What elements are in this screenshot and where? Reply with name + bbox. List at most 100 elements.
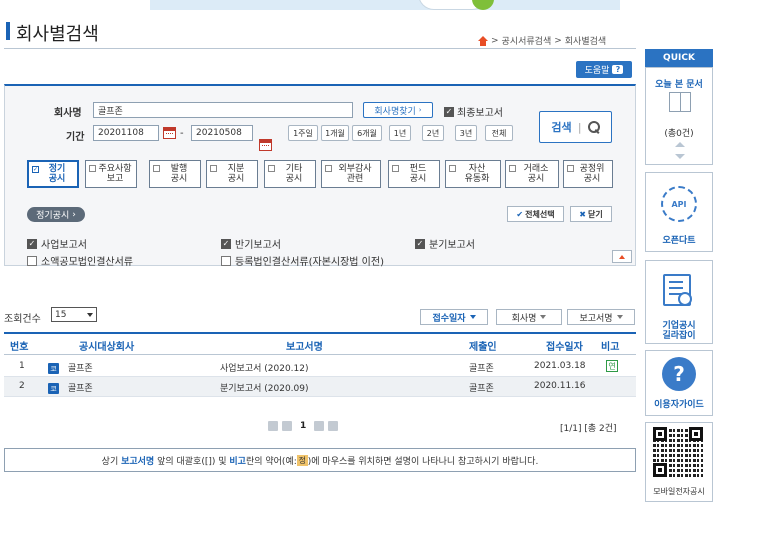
range-3year-button[interactable]: 3년 bbox=[455, 125, 477, 141]
row-no: 1 bbox=[19, 361, 25, 371]
row-date: 2021.03.18 bbox=[534, 361, 586, 371]
page-info: [1/1] [총 2건] bbox=[560, 424, 617, 434]
range-1month-button[interactable]: 1개월 bbox=[321, 125, 349, 141]
row-report[interactable]: 사업보고서 (2020.12) bbox=[220, 361, 309, 374]
category-label: 발행 공시 bbox=[170, 164, 188, 184]
collapse-button[interactable] bbox=[612, 250, 632, 263]
category-major[interactable]: 주요사항 보고 bbox=[85, 160, 137, 188]
subcategory-pill[interactable]: 정기공시 › bbox=[27, 207, 85, 222]
category-regular[interactable]: ✓ 정기 공시 bbox=[27, 160, 79, 188]
option-registered[interactable]: 등록법인결산서류(자본시장법 이전) bbox=[221, 253, 384, 268]
category-label: 기타 공시 bbox=[285, 164, 303, 184]
range-all-button[interactable]: 전체 bbox=[485, 125, 513, 141]
row-filer[interactable]: 골프존 bbox=[469, 361, 494, 374]
calendar-icon[interactable] bbox=[163, 127, 176, 139]
help-button[interactable]: 도움말 ? bbox=[576, 61, 632, 78]
sort-report-button[interactable]: 보고서명 bbox=[567, 309, 635, 325]
close-button[interactable]: ✖ 닫기 bbox=[570, 206, 612, 222]
find-company-label: 회사명찾기 bbox=[374, 106, 416, 117]
category-label: 거래소 공시 bbox=[523, 164, 549, 184]
row-date: 2020.11.16 bbox=[534, 381, 586, 391]
option-checkbox[interactable]: ✓ bbox=[415, 238, 425, 249]
category-stake[interactable]: 지분 공시 bbox=[206, 160, 258, 188]
count-select[interactable]: 15 bbox=[51, 307, 97, 322]
row-company[interactable]: 골프존 bbox=[68, 384, 93, 394]
column-no: 번호 bbox=[10, 342, 29, 353]
chevron-up-icon[interactable] bbox=[675, 142, 685, 147]
option-checkbox[interactable] bbox=[27, 255, 37, 266]
notice-highlight: 비고 bbox=[229, 456, 246, 467]
search-button[interactable]: 검색 | bbox=[539, 111, 612, 143]
next-page-icon[interactable] bbox=[314, 421, 325, 431]
consolidated-badge-icon[interactable]: 연 bbox=[606, 360, 618, 372]
option-checkbox[interactable]: ✓ bbox=[221, 238, 231, 249]
regular-badge-icon: 정 bbox=[296, 454, 308, 466]
option-checkbox[interactable] bbox=[221, 255, 231, 266]
help-label: 도움말 bbox=[584, 66, 610, 76]
book-icon bbox=[669, 92, 691, 112]
sort-label: 보고서명 bbox=[579, 313, 613, 324]
chevron-down-icon bbox=[87, 312, 93, 317]
option-annual[interactable]: ✓ 사업보고서 bbox=[27, 236, 87, 251]
option-checkbox[interactable]: ✓ bbox=[27, 238, 37, 249]
start-date-input[interactable]: 20201108 bbox=[93, 125, 159, 141]
pill-label: 정기공시 bbox=[36, 211, 70, 221]
company-guide-label[interactable]: 기업공시 길라잡이 bbox=[645, 321, 713, 341]
home-icon[interactable] bbox=[478, 35, 488, 46]
category-abs[interactable]: 자산 유동화 bbox=[445, 160, 501, 188]
range-2year-button[interactable]: 2년 bbox=[422, 125, 444, 141]
category-label: 펀드 공시 bbox=[409, 164, 427, 184]
user-guide-label[interactable]: 이용자가이드 bbox=[645, 400, 713, 410]
category-checkbox bbox=[509, 165, 516, 172]
chevron-right-icon: › bbox=[72, 209, 76, 220]
category-issue[interactable]: 발행 공시 bbox=[149, 160, 201, 188]
sort-date-button[interactable]: 접수일자 bbox=[420, 309, 488, 325]
today-count: (총0건) bbox=[664, 129, 694, 139]
option-half[interactable]: ✓ 반기보고서 bbox=[221, 236, 281, 251]
category-exchange[interactable]: 거래소 공시 bbox=[505, 160, 559, 188]
select-all-label: 전체선택 bbox=[525, 209, 555, 219]
category-audit[interactable]: 외부감사 관련 bbox=[321, 160, 381, 188]
option-quarter[interactable]: ✓ 분기보고서 bbox=[415, 236, 475, 251]
today-docs-label[interactable]: 오늘 본 문서 bbox=[645, 77, 713, 90]
company-input[interactable]: 골프존 bbox=[93, 102, 353, 118]
range-1year-button[interactable]: 1년 bbox=[389, 125, 411, 141]
breadcrumb-item-1[interactable]: 공시서류검색 bbox=[502, 34, 552, 47]
latest-report-checkbox[interactable]: ✓ bbox=[444, 106, 454, 117]
category-ftc[interactable]: 공정위 공시 bbox=[563, 160, 613, 188]
option-small-offering[interactable]: 소액공모법인결산서류 bbox=[27, 253, 133, 268]
select-all-button[interactable]: ✔ 전체선택 bbox=[507, 206, 564, 222]
mobile-label[interactable]: 모바일전자공시 bbox=[645, 487, 713, 497]
calendar-icon[interactable] bbox=[259, 139, 272, 151]
end-date-input[interactable]: 20210508 bbox=[191, 125, 253, 141]
last-page-icon[interactable] bbox=[328, 421, 339, 431]
category-checkbox bbox=[268, 165, 275, 172]
breadcrumb-item-2[interactable]: 회사별검색 bbox=[565, 34, 606, 47]
row-note: 연 bbox=[606, 360, 618, 372]
open-dart-label[interactable]: 오픈다트 bbox=[645, 236, 713, 246]
page-title: 회사별검색 bbox=[16, 24, 99, 45]
chevron-down-icon[interactable] bbox=[675, 154, 685, 159]
search-divider: | bbox=[577, 120, 582, 134]
option-label: 분기보고서 bbox=[429, 240, 475, 251]
period-label: 기간 bbox=[66, 132, 85, 143]
title-accent-bar bbox=[6, 22, 10, 40]
category-other[interactable]: 기타 공시 bbox=[264, 160, 316, 188]
row-filer[interactable]: 골프존 bbox=[469, 381, 494, 394]
first-page-icon[interactable] bbox=[268, 421, 278, 431]
prev-page-icon[interactable] bbox=[282, 421, 292, 431]
page-number[interactable]: 1 bbox=[300, 421, 306, 431]
range-6month-button[interactable]: 6개월 bbox=[352, 125, 382, 141]
find-company-button[interactable]: 회사명찾기 › bbox=[363, 102, 433, 118]
row-company[interactable]: 골프존 bbox=[68, 364, 93, 374]
category-fund[interactable]: 펀드 공시 bbox=[388, 160, 440, 188]
range-1week-button[interactable]: 1주일 bbox=[288, 125, 318, 141]
latest-report-option[interactable]: ✓ 최종보고서 bbox=[444, 104, 503, 119]
row-report[interactable]: 분기보고서 (2020.09) bbox=[220, 381, 309, 394]
search-label: 검색 bbox=[551, 121, 572, 134]
category-checkbox bbox=[392, 165, 399, 172]
chevron-right-icon: › bbox=[418, 106, 422, 114]
sort-company-button[interactable]: 회사명 bbox=[496, 309, 562, 325]
chevron-down-icon bbox=[469, 315, 476, 319]
qr-corner bbox=[653, 463, 667, 477]
